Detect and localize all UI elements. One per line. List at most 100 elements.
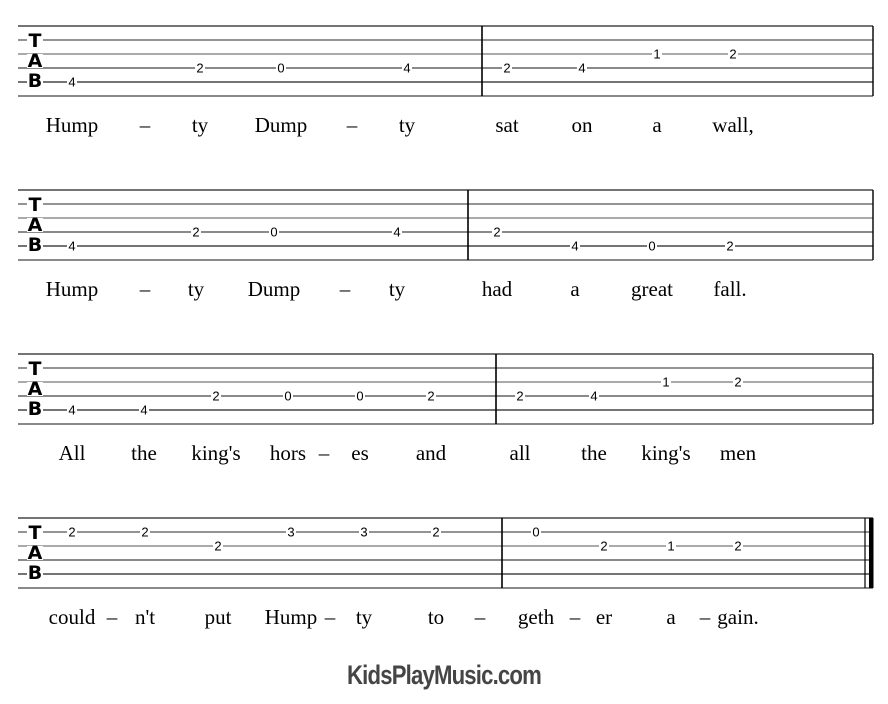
- fret-number: 0: [277, 61, 284, 76]
- lyric-syllable: king's: [191, 441, 240, 465]
- lyric-syllable: fall.: [713, 277, 746, 301]
- lyric-syllable: ty: [389, 277, 406, 301]
- lyric-syllable: great: [631, 277, 673, 301]
- lyric-syllable: ty: [188, 277, 205, 301]
- lyric-hyphen: –: [139, 113, 151, 137]
- lyric-syllable: gain.: [717, 605, 758, 629]
- fret-number: 2: [432, 525, 439, 540]
- lyric-syllable: a: [652, 113, 662, 137]
- tab-clef-letter: B: [28, 234, 42, 256]
- lyric-syllable: king's: [641, 441, 690, 465]
- lyric-hyphen: –: [474, 605, 486, 629]
- fret-number: 4: [68, 239, 75, 254]
- lyric-syllable: the: [581, 441, 607, 465]
- lyric-syllable: Hump: [46, 113, 99, 137]
- fret-number: 2: [493, 225, 500, 240]
- lyric-hyphen: –: [569, 605, 581, 629]
- fret-number: 1: [653, 47, 660, 62]
- fret-number: 4: [403, 61, 410, 76]
- fret-number: 2: [192, 225, 199, 240]
- lyric-hyphen: –: [139, 277, 151, 301]
- lyric-syllable: Hump: [46, 277, 99, 301]
- fret-number: 0: [284, 389, 291, 404]
- lyric-syllable: geth: [518, 605, 555, 629]
- fret-number: 2: [600, 539, 607, 554]
- lyric-syllable: es: [351, 441, 369, 465]
- lyric-syllable: all: [510, 441, 531, 465]
- lyric-hyphen: –: [699, 605, 711, 629]
- fret-number: 2: [734, 539, 741, 554]
- lyric-syllable: wall,: [712, 113, 753, 137]
- tab-system: TAB2could –2n't2put3Hump –3ty2to –0geth –2er…: [18, 517, 874, 629]
- final-barline-thick: [869, 518, 874, 588]
- fret-number: 2: [68, 525, 75, 540]
- fret-number: 2: [427, 389, 434, 404]
- lyric-hyphen: –: [318, 441, 330, 465]
- fret-number: 1: [662, 375, 669, 390]
- tab-system: TAB 4 Hump – 2 ty 0 Dump – 4 ty 2 sat 4 on 1 a 2 wall,: [18, 25, 874, 137]
- fret-number: 1: [667, 539, 674, 554]
- fret-number: 2: [214, 539, 221, 554]
- tab-clef-letter: T: [29, 522, 42, 544]
- fret-number: 3: [360, 525, 367, 540]
- fret-number: 2: [734, 375, 741, 390]
- lyric-syllable: on: [572, 113, 594, 137]
- fret-number: 4: [393, 225, 400, 240]
- fret-number: 0: [356, 389, 363, 404]
- tablature-score: TAB 4Hump –2ty0Dump –4ty2sat4on1a2wall,TAB 4…: [18, 25, 874, 629]
- lyric-syllable: ty: [399, 113, 416, 137]
- lyric-syllable: and: [416, 441, 447, 465]
- lyric-syllable: er: [596, 605, 612, 629]
- lyric-syllable: n't: [135, 605, 155, 629]
- lyric-syllable: a: [570, 277, 580, 301]
- lyric-syllable: All: [59, 441, 86, 465]
- tab-clef-letter: B: [28, 562, 42, 584]
- lyric-syllable: ty: [356, 605, 373, 629]
- fret-number: 0: [532, 525, 539, 540]
- lyric-syllable: to: [428, 605, 444, 629]
- lyric-hyphen: –: [339, 277, 351, 301]
- fret-number: 4: [68, 75, 75, 90]
- tab-clef-letter: A: [28, 214, 43, 236]
- lyric-syllable: the: [131, 441, 157, 465]
- lyric-hyphen: –: [346, 113, 358, 137]
- lyric-syllable: Dump: [248, 277, 301, 301]
- tab-clef-letter: T: [29, 358, 42, 380]
- lyric-syllable: sat: [495, 113, 518, 137]
- fret-number: 0: [648, 239, 655, 254]
- fret-number: 2: [196, 61, 203, 76]
- tab-clef-letter: T: [29, 30, 42, 52]
- tab-system: TAB 4 All 4 the 2 king's 0 hors – 0 es 2 and 2 all 4 the 1…: [18, 353, 874, 465]
- lyric-syllable: men: [720, 441, 757, 465]
- lyric-syllable: Hump: [265, 605, 318, 629]
- lyric-syllable: a: [666, 605, 676, 629]
- tab-clef-letter: A: [28, 542, 43, 564]
- fret-number: 2: [212, 389, 219, 404]
- tab-clef-letter: B: [28, 70, 42, 92]
- fret-number: 2: [729, 47, 736, 62]
- lyric-syllable: put: [205, 605, 232, 629]
- lyric-hyphen: –: [106, 605, 118, 629]
- lyric-syllable: ty: [192, 113, 209, 137]
- tab-clef-letter: A: [28, 378, 43, 400]
- lyric-hyphen: –: [324, 605, 336, 629]
- lyric-syllable: Dump: [255, 113, 308, 137]
- fret-number: 2: [141, 525, 148, 540]
- lyric-syllable: hors: [270, 441, 306, 465]
- lyric-syllable: could: [49, 605, 96, 629]
- footer-brand: KidsPlayMusic.com: [346, 660, 542, 690]
- tab-system: TAB 4 Hump – 2 ty 0 Dump – 4 ty 2 had 4 a 0 great 2 fall.: [18, 189, 874, 301]
- fret-number: 4: [571, 239, 578, 254]
- fret-number: 4: [590, 389, 597, 404]
- tab-clef-letter: T: [29, 194, 42, 216]
- fret-number: 2: [516, 389, 523, 404]
- tab-clef-letter: A: [28, 50, 43, 72]
- fret-number: 4: [578, 61, 585, 76]
- lyric-syllable: had: [482, 277, 513, 301]
- fret-number: 2: [726, 239, 733, 254]
- fret-number: 0: [270, 225, 277, 240]
- fret-number: 2: [503, 61, 510, 76]
- fret-number: 4: [68, 403, 75, 418]
- fret-number: 3: [287, 525, 294, 540]
- fret-number: 4: [140, 403, 147, 418]
